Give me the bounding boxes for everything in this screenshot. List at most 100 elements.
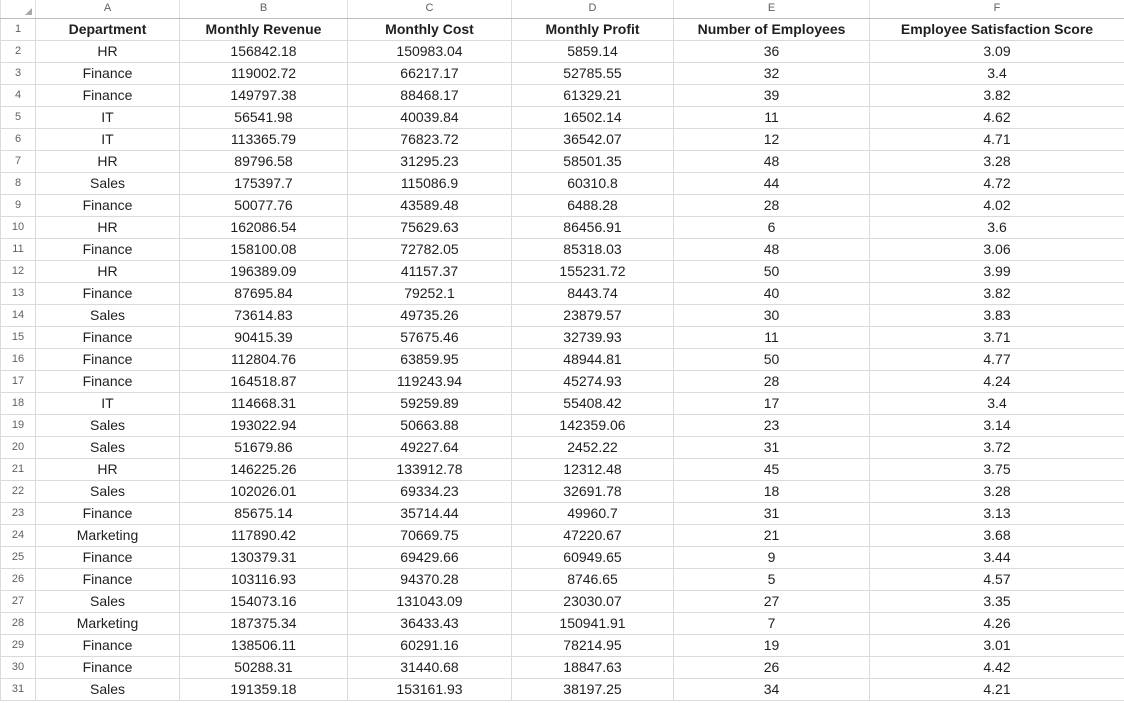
cell-employee-satisfaction-score[interactable]: 3.28: [869, 149, 1124, 173]
row-number[interactable]: 13: [0, 281, 36, 305]
cell-monthly-profit[interactable]: 58501.35: [511, 149, 674, 173]
cell-number-of-employees[interactable]: 18: [673, 479, 870, 503]
cell-department[interactable]: Sales: [35, 479, 180, 503]
row-number[interactable]: 23: [0, 501, 36, 525]
cell-number-of-employees[interactable]: 6: [673, 215, 870, 239]
row-number[interactable]: 2: [0, 39, 36, 63]
cell-employee-satisfaction-score[interactable]: 4.71: [869, 127, 1124, 151]
cell-monthly-profit[interactable]: 52785.55: [511, 61, 674, 85]
cell-monthly-revenue[interactable]: 73614.83: [179, 303, 348, 327]
cell-employee-satisfaction-score[interactable]: 3.6: [869, 215, 1124, 239]
cell-employee-satisfaction-score[interactable]: 4.72: [869, 171, 1124, 195]
header-cell-number-of-employees[interactable]: Number of Employees: [673, 17, 870, 41]
cell-department[interactable]: Finance: [35, 501, 180, 525]
cell-number-of-employees[interactable]: 30: [673, 303, 870, 327]
row-number[interactable]: 9: [0, 193, 36, 217]
cell-monthly-revenue[interactable]: 87695.84: [179, 281, 348, 305]
row-number[interactable]: 19: [0, 413, 36, 437]
cell-monthly-profit[interactable]: 8746.65: [511, 567, 674, 591]
cell-monthly-profit[interactable]: 18847.63: [511, 655, 674, 679]
cell-number-of-employees[interactable]: 44: [673, 171, 870, 195]
cell-employee-satisfaction-score[interactable]: 3.14: [869, 413, 1124, 437]
cell-monthly-cost[interactable]: 69429.66: [347, 545, 512, 569]
header-cell-employee-satisfaction-score[interactable]: Employee Satisfaction Score: [869, 17, 1124, 41]
cell-department[interactable]: Finance: [35, 325, 180, 349]
cell-monthly-revenue[interactable]: 146225.26: [179, 457, 348, 481]
row-number[interactable]: 21: [0, 457, 36, 481]
cell-employee-satisfaction-score[interactable]: 3.83: [869, 303, 1124, 327]
cell-monthly-cost[interactable]: 59259.89: [347, 391, 512, 415]
cell-monthly-profit[interactable]: 60310.8: [511, 171, 674, 195]
cell-employee-satisfaction-score[interactable]: 4.77: [869, 347, 1124, 371]
cell-employee-satisfaction-score[interactable]: 3.01: [869, 633, 1124, 657]
cell-number-of-employees[interactable]: 28: [673, 369, 870, 393]
cell-monthly-cost[interactable]: 35714.44: [347, 501, 512, 525]
cell-monthly-profit[interactable]: 86456.91: [511, 215, 674, 239]
cell-department[interactable]: HR: [35, 39, 180, 63]
cell-department[interactable]: Sales: [35, 435, 180, 459]
cell-employee-satisfaction-score[interactable]: 3.68: [869, 523, 1124, 547]
cell-number-of-employees[interactable]: 17: [673, 391, 870, 415]
cell-department[interactable]: HR: [35, 457, 180, 481]
header-cell-monthly-cost[interactable]: Monthly Cost: [347, 17, 512, 41]
cell-employee-satisfaction-score[interactable]: 3.28: [869, 479, 1124, 503]
cell-employee-satisfaction-score[interactable]: 3.99: [869, 259, 1124, 283]
cell-employee-satisfaction-score[interactable]: 4.24: [869, 369, 1124, 393]
row-number[interactable]: 14: [0, 303, 36, 327]
cell-department[interactable]: Finance: [35, 369, 180, 393]
cell-employee-satisfaction-score[interactable]: 3.06: [869, 237, 1124, 261]
cell-monthly-cost[interactable]: 75629.63: [347, 215, 512, 239]
column-header-d[interactable]: D: [511, 0, 674, 19]
cell-monthly-revenue[interactable]: 112804.76: [179, 347, 348, 371]
row-number[interactable]: 6: [0, 127, 36, 151]
cell-employee-satisfaction-score[interactable]: 3.82: [869, 281, 1124, 305]
cell-number-of-employees[interactable]: 19: [673, 633, 870, 657]
cell-monthly-cost[interactable]: 49227.64: [347, 435, 512, 459]
cell-monthly-cost[interactable]: 153161.93: [347, 677, 512, 701]
cell-number-of-employees[interactable]: 11: [673, 105, 870, 129]
row-number[interactable]: 31: [0, 677, 36, 701]
cell-monthly-profit[interactable]: 6488.28: [511, 193, 674, 217]
cell-department[interactable]: Sales: [35, 677, 180, 701]
cell-monthly-revenue[interactable]: 149797.38: [179, 83, 348, 107]
cell-monthly-cost[interactable]: 150983.04: [347, 39, 512, 63]
row-number[interactable]: 30: [0, 655, 36, 679]
cell-monthly-profit[interactable]: 12312.48: [511, 457, 674, 481]
cell-monthly-revenue[interactable]: 175397.7: [179, 171, 348, 195]
cell-department[interactable]: Finance: [35, 83, 180, 107]
cell-monthly-cost[interactable]: 43589.48: [347, 193, 512, 217]
cell-department[interactable]: Finance: [35, 545, 180, 569]
cell-monthly-revenue[interactable]: 90415.39: [179, 325, 348, 349]
cell-monthly-cost[interactable]: 88468.17: [347, 83, 512, 107]
cell-monthly-profit[interactable]: 38197.25: [511, 677, 674, 701]
cell-department[interactable]: Sales: [35, 413, 180, 437]
cell-department[interactable]: Finance: [35, 237, 180, 261]
cell-monthly-profit[interactable]: 60949.65: [511, 545, 674, 569]
cell-monthly-revenue[interactable]: 119002.72: [179, 61, 348, 85]
cell-monthly-revenue[interactable]: 114668.31: [179, 391, 348, 415]
cell-monthly-profit[interactable]: 8443.74: [511, 281, 674, 305]
cell-employee-satisfaction-score[interactable]: 3.82: [869, 83, 1124, 107]
row-number[interactable]: 11: [0, 237, 36, 261]
cell-monthly-profit[interactable]: 61329.21: [511, 83, 674, 107]
cell-number-of-employees[interactable]: 40: [673, 281, 870, 305]
cell-monthly-cost[interactable]: 131043.09: [347, 589, 512, 613]
cell-monthly-revenue[interactable]: 102026.01: [179, 479, 348, 503]
cell-employee-satisfaction-score[interactable]: 4.26: [869, 611, 1124, 635]
cell-number-of-employees[interactable]: 9: [673, 545, 870, 569]
cell-monthly-profit[interactable]: 55408.42: [511, 391, 674, 415]
cell-employee-satisfaction-score[interactable]: 3.09: [869, 39, 1124, 63]
cell-monthly-profit[interactable]: 48944.81: [511, 347, 674, 371]
cell-number-of-employees[interactable]: 21: [673, 523, 870, 547]
cell-employee-satisfaction-score[interactable]: 3.72: [869, 435, 1124, 459]
cell-monthly-cost[interactable]: 72782.05: [347, 237, 512, 261]
cell-number-of-employees[interactable]: 5: [673, 567, 870, 591]
row-number[interactable]: 20: [0, 435, 36, 459]
cell-monthly-revenue[interactable]: 56541.98: [179, 105, 348, 129]
cell-monthly-revenue[interactable]: 193022.94: [179, 413, 348, 437]
cell-employee-satisfaction-score[interactable]: 4.57: [869, 567, 1124, 591]
column-header-a[interactable]: A: [35, 0, 180, 19]
cell-monthly-cost[interactable]: 60291.16: [347, 633, 512, 657]
cell-monthly-cost[interactable]: 41157.37: [347, 259, 512, 283]
cell-employee-satisfaction-score[interactable]: 3.75: [869, 457, 1124, 481]
